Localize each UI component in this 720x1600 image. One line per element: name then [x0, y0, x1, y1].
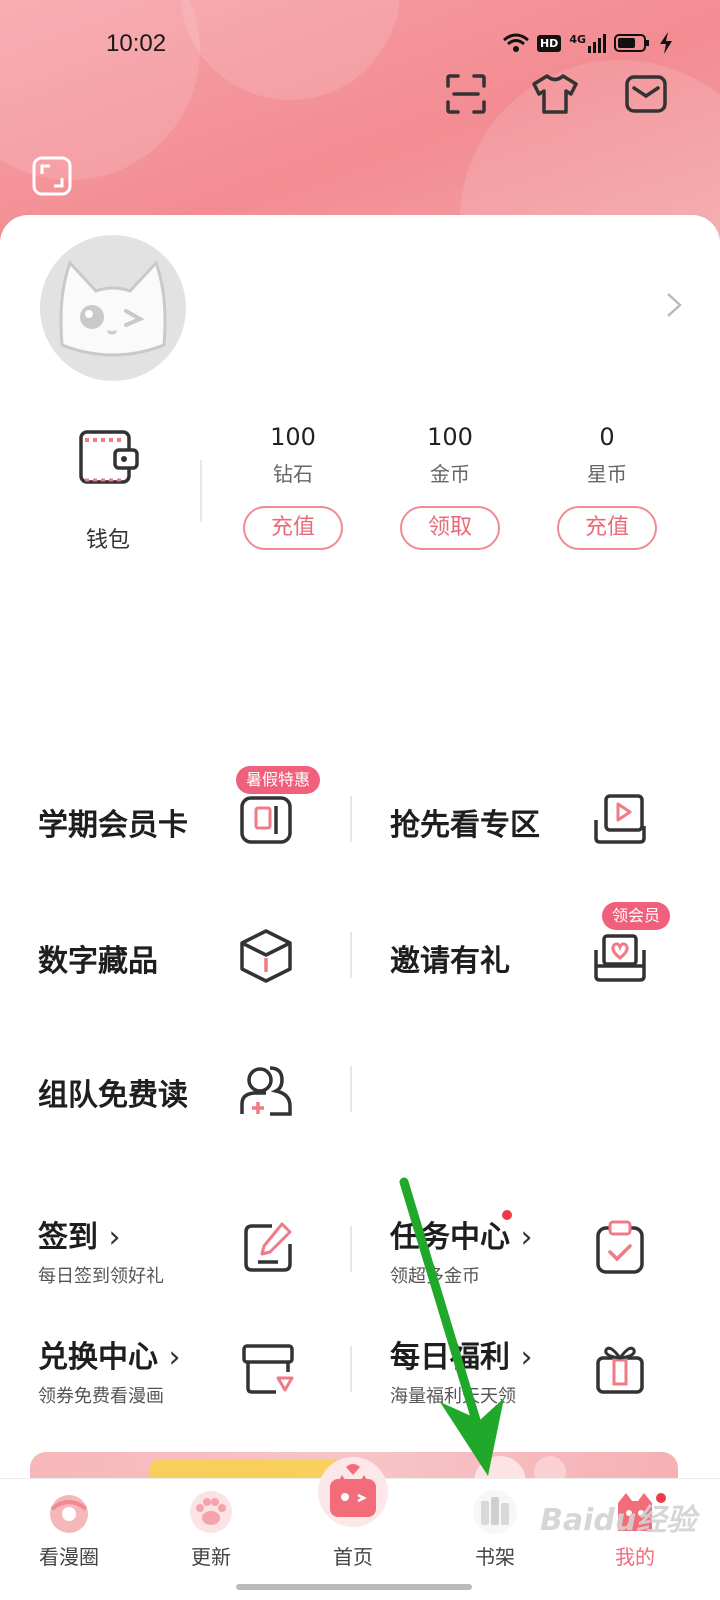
- mail-icon[interactable]: [624, 72, 668, 116]
- scan-icon[interactable]: [444, 72, 488, 116]
- daily-welfare-title: 每日福利 ›: [390, 1340, 533, 1375]
- cube-icon: [240, 929, 292, 983]
- chevron-right-icon[interactable]: [664, 290, 684, 320]
- menu-label-semester-card: 学期会员卡: [38, 808, 188, 843]
- coin-claim-button[interactable]: 领取: [400, 506, 500, 550]
- donut-icon: [50, 1495, 88, 1533]
- coin-amount: 100: [427, 423, 473, 451]
- exchange-center-subtitle: 领券免费看漫画: [38, 1386, 164, 1407]
- exchange-center-entry[interactable]: 兑换中心 › 领券免费看漫画: [0, 1326, 350, 1426]
- battery-icon: [614, 34, 649, 52]
- menu-item-early-access[interactable]: 抢先看专区: [352, 780, 720, 860]
- menu-label-team-read: 组队免费读: [38, 1078, 188, 1113]
- network-label: 4G: [569, 33, 586, 46]
- daily-welfare-entry[interactable]: 每日福利 › 海量福利天天领: [352, 1326, 720, 1426]
- task-center-title: 任务中心 ›: [390, 1220, 533, 1255]
- task-center-subtitle: 领超多金币: [390, 1266, 480, 1287]
- sign-in-subtitle: 每日签到领好礼: [38, 1266, 164, 1287]
- tab-label: 看漫圈: [39, 1545, 99, 1569]
- exchange-box-icon: [242, 1344, 294, 1394]
- menu-divider: [350, 1066, 352, 1112]
- tab-label: 书架: [475, 1545, 515, 1569]
- signal-icon: 4G: [569, 33, 606, 53]
- tab-label: 更新: [191, 1545, 231, 1569]
- watermark: Baidu经验: [540, 1503, 697, 1538]
- task-clipboard-icon: [596, 1220, 644, 1274]
- gift-icon: [596, 1346, 644, 1394]
- status-bar: 10:02 HD 4G: [0, 0, 720, 90]
- exchange-center-title: 兑换中心 ›: [38, 1340, 181, 1375]
- tshirt-icon[interactable]: [530, 72, 580, 116]
- star-balance: 0 星币: [547, 420, 667, 487]
- team-icon: [240, 1066, 292, 1116]
- wallet-label: 钱包: [85, 528, 130, 553]
- get-membership-badge: 领会员: [602, 902, 671, 930]
- menu-item-digital-collectibles[interactable]: 数字藏品: [0, 916, 350, 996]
- summer-deal-badge: 暑假特惠: [236, 766, 321, 794]
- tab-label: 首页: [333, 1545, 373, 1569]
- paw-icon: [190, 1491, 232, 1533]
- notification-dot: [502, 1210, 512, 1220]
- coin-balance: 100 金币: [390, 420, 510, 487]
- task-center-entry[interactable]: 任务中心 › 领超多金币: [352, 1206, 720, 1306]
- sign-in-title: 签到 ›: [38, 1220, 121, 1255]
- status-icons: HD 4G: [503, 32, 672, 54]
- wifi-icon: [503, 33, 529, 52]
- preview-play-icon: [594, 794, 646, 844]
- hd-icon: HD: [536, 34, 562, 52]
- menu-item-team-read[interactable]: 组队免费读: [0, 1050, 350, 1130]
- tab-kanmanquan[interactable]: 看漫圈: [14, 1479, 124, 1600]
- membership-card-icon: [240, 796, 292, 844]
- wallet-button[interactable]: 钱包: [70, 430, 146, 560]
- wallet-divider: [200, 460, 202, 522]
- tab-bookshelf[interactable]: 书架: [440, 1479, 550, 1600]
- home-indicator: [236, 1584, 472, 1590]
- wallet-icon: [79, 430, 139, 484]
- charging-icon: [660, 32, 672, 54]
- sign-in-entry[interactable]: 签到 › 每日签到领好礼: [0, 1206, 350, 1306]
- cat-avatar-icon: [59, 260, 167, 357]
- invite-envelope-icon: [594, 934, 646, 982]
- diamond-balance: 100 钻石: [233, 420, 353, 487]
- star-recharge-button[interactable]: 充值: [557, 506, 657, 550]
- menu-label-early-access: 抢先看专区: [390, 808, 540, 843]
- sign-in-pen-icon: [244, 1222, 292, 1272]
- menu-label-invite: 邀请有礼: [390, 944, 510, 979]
- tab-label: 我的: [615, 1545, 655, 1569]
- menu-label-digital-collectibles: 数字藏品: [38, 944, 158, 979]
- diamond-label: 钻石: [273, 462, 313, 486]
- avatar[interactable]: [40, 235, 186, 381]
- menu-item-invite[interactable]: 邀请有礼 领会员: [352, 902, 720, 996]
- bookshelf-icon: [473, 1490, 517, 1534]
- diamond-recharge-button[interactable]: 充值: [243, 506, 343, 550]
- daily-welfare-subtitle: 海量福利天天领: [390, 1386, 516, 1407]
- tab-home[interactable]: 首页: [298, 1457, 408, 1600]
- status-time: 10:02: [106, 30, 167, 57]
- fullscreen-icon[interactable]: [32, 156, 72, 196]
- coin-label: 金币: [430, 462, 470, 486]
- star-label: 星币: [587, 462, 627, 486]
- menu-item-semester-card[interactable]: 学期会员卡 暑假特惠: [0, 766, 350, 860]
- diamond-amount: 100: [270, 423, 316, 451]
- star-amount: 0: [599, 423, 615, 451]
- home-cat-icon: [318, 1457, 388, 1527]
- tab-updates[interactable]: 更新: [156, 1479, 266, 1600]
